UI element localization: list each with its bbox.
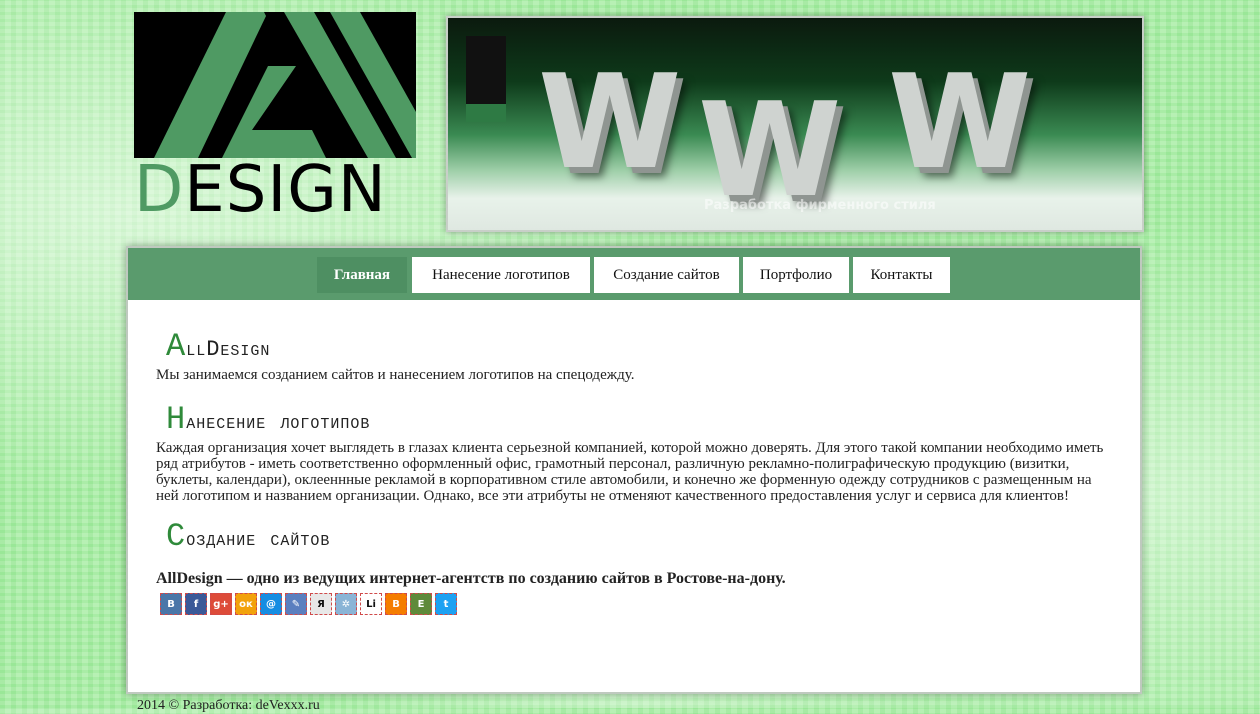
google-plus-icon[interactable]: g+ (210, 593, 232, 615)
blogger-icon[interactable]: B (385, 593, 407, 615)
site-logo[interactable]: DESIGN (134, 12, 420, 222)
odnoklassniki-icon[interactable]: ок (235, 593, 257, 615)
banner-letter-w1: W (538, 46, 681, 198)
nav-item-portfolio[interactable]: Портфолио (743, 257, 849, 293)
share-buttons: Bf g+ ок @ ✎ Я ✲ Li B Et (160, 593, 1116, 615)
yandex-icon[interactable]: Я (310, 593, 332, 615)
banner-letter-w3: W (888, 46, 1031, 198)
main-nav: Главная Нанесение логотипов Создание сай… (128, 248, 1140, 300)
nav-item-logos[interactable]: Нанесение логотипов (412, 257, 590, 293)
bookmark-icon[interactable]: ✎ (285, 593, 307, 615)
header-banner: W W W Разработка фирменного стиля (446, 16, 1144, 232)
logo-letters: ESIGN (184, 153, 387, 227)
banner-black-block (466, 36, 506, 104)
section-text-logos: Каждая организация хочет выглядеть в гла… (156, 440, 1104, 504)
vk-icon[interactable]: B (160, 593, 182, 615)
section-title-logos: Нанесение логотипов (166, 401, 371, 438)
section-text-alldesign: Мы занимаемся созданием сайтов и нанесен… (156, 367, 635, 383)
mailru-icon[interactable]: @ (260, 593, 282, 615)
facebook-icon[interactable]: f (185, 593, 207, 615)
section-text-sites: AllDesign — одно из ведущих интернет-аге… (156, 570, 786, 587)
banner-caption: Разработка фирменного стиля (704, 198, 936, 213)
liveinternet-icon[interactable]: Li (360, 593, 382, 615)
logo-letter-d: D (134, 153, 185, 227)
page-content: AllDesign Мы занимаемся созданием сайтов… (156, 328, 1116, 615)
evernote-icon[interactable]: E (410, 593, 432, 615)
twitter-icon[interactable]: t (435, 593, 457, 615)
section-title-alldesign: AllDesign (166, 328, 271, 365)
settings-icon[interactable]: ✲ (335, 593, 357, 615)
nav-item-sites[interactable]: Создание сайтов (594, 257, 739, 293)
footer-copyright: 2014 © Разработка: deVexxx.ru (137, 698, 320, 713)
main-container: Главная Нанесение логотипов Создание сай… (126, 246, 1142, 694)
section-title-sites: Создание сайтов (166, 518, 331, 555)
nav-item-home[interactable]: Главная (317, 257, 407, 293)
nav-item-contacts[interactable]: Контакты (853, 257, 950, 293)
